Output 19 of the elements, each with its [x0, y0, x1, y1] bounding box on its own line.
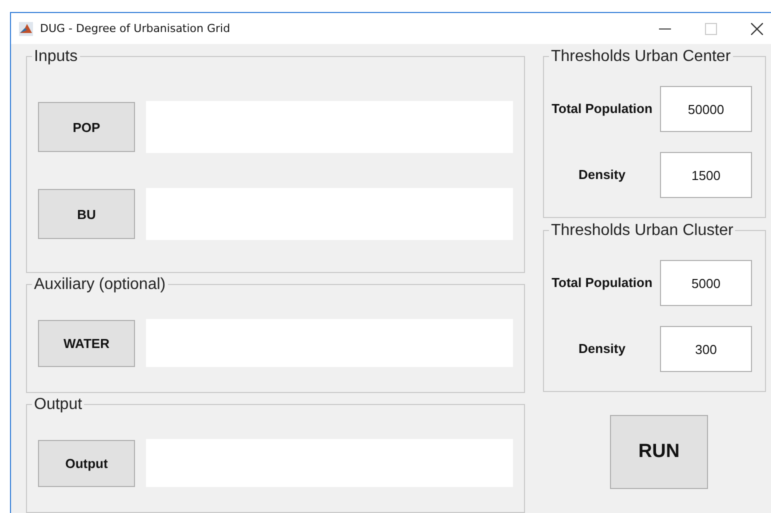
window-title: DUG - Degree of Urbanisation Grid: [40, 22, 230, 35]
run-button[interactable]: RUN: [610, 415, 708, 489]
number-field[interactable]: 300: [660, 326, 752, 372]
file-button[interactable]: POP: [38, 102, 135, 152]
panel-title: Output: [32, 396, 84, 414]
field-label: Total Population: [550, 275, 654, 291]
panel-title: Auxiliary (optional): [32, 276, 168, 294]
number-field[interactable]: 5000: [660, 260, 752, 306]
number-field[interactable]: 1500: [660, 152, 752, 198]
field-label: Total Population: [550, 101, 654, 117]
panel-title: Inputs: [32, 48, 80, 66]
file-button[interactable]: Output: [38, 440, 135, 486]
field-label: Density: [578, 167, 626, 183]
close-icon[interactable]: [751, 22, 763, 34]
file-button[interactable]: WATER: [38, 320, 135, 366]
app-icon: [19, 22, 33, 36]
number-field[interactable]: 50000: [660, 86, 752, 132]
file-button[interactable]: BU: [38, 189, 135, 239]
field-label: Density: [578, 341, 626, 357]
